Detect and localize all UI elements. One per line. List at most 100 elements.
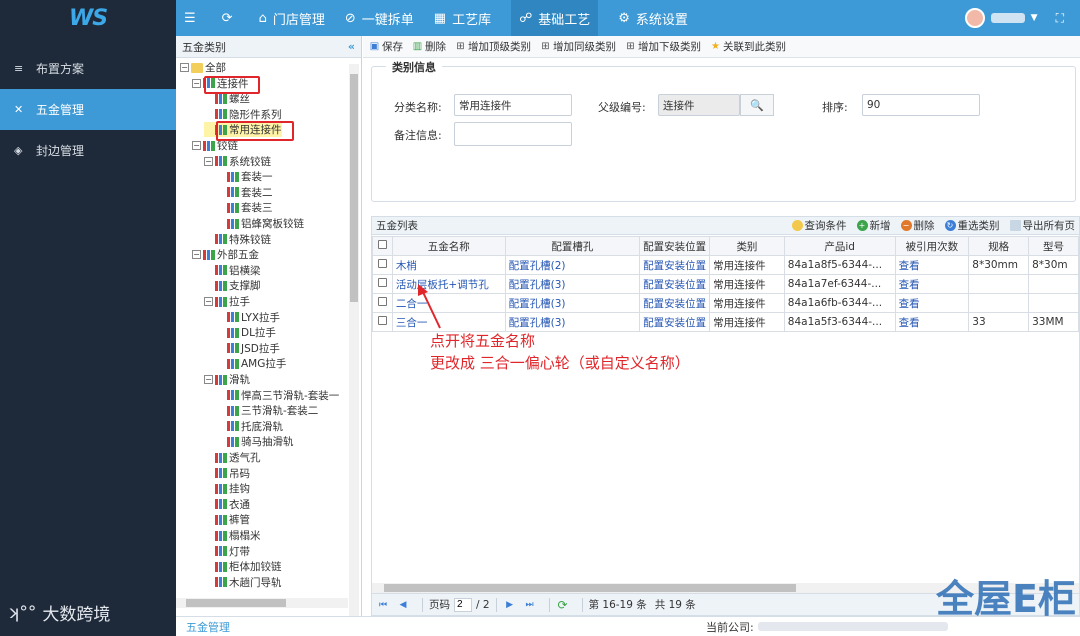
- table-cell[interactable]: 查看: [894, 255, 970, 275]
- row-checkbox[interactable]: [377, 297, 387, 306]
- tree-node[interactable]: 悍高三节滑轨-套装一: [216, 388, 339, 403]
- table-cell[interactable]: 查看: [894, 312, 970, 332]
- column-header[interactable]: 被引用次数: [894, 236, 970, 256]
- user-menu[interactable]: ▼ ⛶: [964, 0, 1064, 36]
- tree-toggle-icon[interactable]: −: [204, 156, 213, 166]
- parent-code-input[interactable]: [658, 94, 740, 116]
- tree-vertical-scrollbar[interactable]: [349, 64, 359, 624]
- reselect-category-button[interactable]: ↻ 重选类别: [944, 218, 1000, 233]
- next-page-button[interactable]: ▶: [503, 598, 517, 612]
- table-row[interactable]: 二合一 配置孔槽(3) 配置安装位置 常用连接件 84a1a6fb-6344-... 查看: [372, 293, 1079, 313]
- prev-page-button[interactable]: ◀: [396, 598, 410, 612]
- tree-node[interactable]: 吊码: [204, 466, 250, 481]
- table-row[interactable]: 木梢 配置孔槽(2) 配置安装位置 常用连接件 84a1a8f5-6344-... 查看 8…: [372, 255, 1079, 275]
- collapse-panel-button[interactable]: «: [348, 40, 355, 53]
- page-number-input[interactable]: [454, 597, 472, 612]
- tree-toggle-icon[interactable]: −: [192, 250, 201, 260]
- tree-node[interactable]: 透气孔: [204, 450, 261, 465]
- tree-toggle-icon[interactable]: −: [192, 141, 201, 150]
- last-page-button[interactable]: ⏭: [523, 598, 537, 612]
- row-checkbox[interactable]: [377, 316, 387, 325]
- save-button[interactable]: ▣ 保存: [369, 39, 403, 54]
- row-checkbox[interactable]: [377, 259, 387, 268]
- sort-input[interactable]: [862, 94, 980, 116]
- tree-node[interactable]: 裤管: [204, 512, 250, 527]
- table-cell[interactable]: 查看: [894, 274, 970, 294]
- row-checkbox-cell[interactable]: [372, 274, 393, 294]
- export-all-button[interactable]: 导出所有页: [1009, 218, 1075, 233]
- add-sibling-category-button[interactable]: ⊞ 增加同级类别: [540, 39, 616, 54]
- tree-node[interactable]: 套装三: [216, 200, 273, 215]
- query-conditions-button[interactable]: 查询条件: [791, 218, 847, 233]
- tree-toggle-icon[interactable]: −: [180, 63, 189, 72]
- add-button[interactable]: + 新增: [856, 218, 891, 233]
- category-name-input[interactable]: [454, 94, 572, 116]
- column-header[interactable]: 类别: [709, 236, 785, 256]
- menu-toggle-button[interactable]: ☰: [184, 0, 202, 36]
- remark-textarea[interactable]: [454, 122, 572, 146]
- table-cell[interactable]: 配置安装位置: [639, 312, 711, 332]
- table-cell[interactable]: 配置安装位置: [639, 293, 711, 313]
- tree-node[interactable]: AMG拉手: [216, 356, 286, 371]
- tree-toggle-icon[interactable]: −: [204, 297, 213, 306]
- nav-system-settings[interactable]: ⚙ 系统设置: [618, 0, 688, 36]
- table-row[interactable]: 活动层板托+调节孔 配置孔槽(3) 配置安装位置 常用连接件 84a1a7ef-6344…: [372, 274, 1079, 294]
- nav-process-library[interactable]: ▦ 工艺库: [434, 0, 491, 36]
- row-checkbox-cell[interactable]: [372, 255, 393, 275]
- tree-node[interactable]: 托底滑轨: [216, 419, 283, 434]
- tree-node[interactable]: JSD拉手: [216, 341, 280, 356]
- tree-node[interactable]: 挂钩: [204, 481, 250, 496]
- link-to-category-button[interactable]: ★ 关联到此类别: [710, 39, 786, 54]
- tree-horizontal-scrollbar[interactable]: [176, 598, 348, 608]
- column-header[interactable]: 型号: [1028, 236, 1079, 256]
- refresh-button[interactable]: ⟳: [222, 0, 239, 36]
- table-cell[interactable]: 查看: [894, 293, 970, 313]
- tree-node[interactable]: − 全部: [180, 60, 226, 75]
- sidebar-item-hardware[interactable]: ✕ 五金管理: [0, 89, 176, 130]
- scroll-thumb[interactable]: [350, 74, 358, 302]
- table-cell[interactable]: 配置孔槽(2): [504, 255, 641, 275]
- tree-node[interactable]: DL拉手: [216, 325, 276, 340]
- tree-node[interactable]: 木趟门导轨: [204, 575, 282, 590]
- tree-node[interactable]: 灯带: [204, 544, 250, 559]
- tree-node[interactable]: 骑马抽滑轨: [216, 434, 294, 449]
- column-header[interactable]: 配置安装位置: [639, 236, 711, 256]
- nav-store-management[interactable]: ⌂ 门店管理: [259, 0, 325, 36]
- sidebar-item-layout-plan[interactable]: ≡ 布置方案: [0, 48, 176, 89]
- tree-node[interactable]: 三节滑轨-套装二: [216, 403, 318, 418]
- first-page-button[interactable]: ⏮: [376, 598, 390, 612]
- nav-one-click-split[interactable]: ⊘ 一键拆单: [345, 0, 414, 36]
- tree-node[interactable]: 柜体加铰链: [204, 559, 282, 574]
- select-all-checkbox[interactable]: [377, 240, 387, 249]
- column-header[interactable]: 产品id: [783, 236, 896, 256]
- table-cell[interactable]: 配置孔槽(3): [504, 312, 641, 332]
- nav-basic-process[interactable]: ☍ 基础工艺: [511, 0, 599, 36]
- tree-node[interactable]: 套装一: [216, 169, 273, 184]
- table-cell[interactable]: 木梢: [391, 255, 506, 275]
- tree-node[interactable]: 特殊铰链: [204, 232, 271, 247]
- select-all-checkbox-cell[interactable]: [372, 236, 393, 256]
- tree-node[interactable]: − 滑轨: [204, 372, 250, 387]
- row-checkbox[interactable]: [377, 278, 387, 287]
- table-cell[interactable]: 配置安装位置: [639, 274, 711, 294]
- row-checkbox-cell[interactable]: [372, 293, 393, 313]
- parent-search-button[interactable]: 🔍: [740, 94, 774, 116]
- tree-node[interactable]: 衣通: [204, 497, 250, 512]
- delete-button[interactable]: ▥ 删除: [412, 39, 446, 54]
- tree-node[interactable]: − 系统铰链: [204, 154, 271, 169]
- sidebar-item-edge-banding[interactable]: ◈ 封边管理: [0, 130, 176, 171]
- refresh-page-button[interactable]: ⟳: [556, 598, 570, 612]
- tree-node[interactable]: 榻榻米: [204, 528, 261, 543]
- tree-node[interactable]: − 拉手: [204, 294, 250, 309]
- tree-node[interactable]: 隐形件系列: [204, 107, 282, 122]
- add-child-category-button[interactable]: ⊞ 增加下级类别: [625, 39, 701, 54]
- tree-node[interactable]: − 外部五金: [192, 247, 259, 262]
- column-header[interactable]: 五金名称: [391, 236, 506, 256]
- add-top-category-button[interactable]: ⊞ 增加顶级类别: [455, 39, 531, 54]
- row-checkbox-cell[interactable]: [372, 312, 393, 332]
- tree-node[interactable]: 铝蜂窝板铰链: [216, 216, 304, 231]
- table-cell[interactable]: 配置孔槽(3): [504, 293, 641, 313]
- tree-node[interactable]: LYX拉手: [216, 310, 280, 325]
- scroll-thumb[interactable]: [186, 599, 286, 607]
- table-cell[interactable]: 配置孔槽(3): [504, 274, 641, 294]
